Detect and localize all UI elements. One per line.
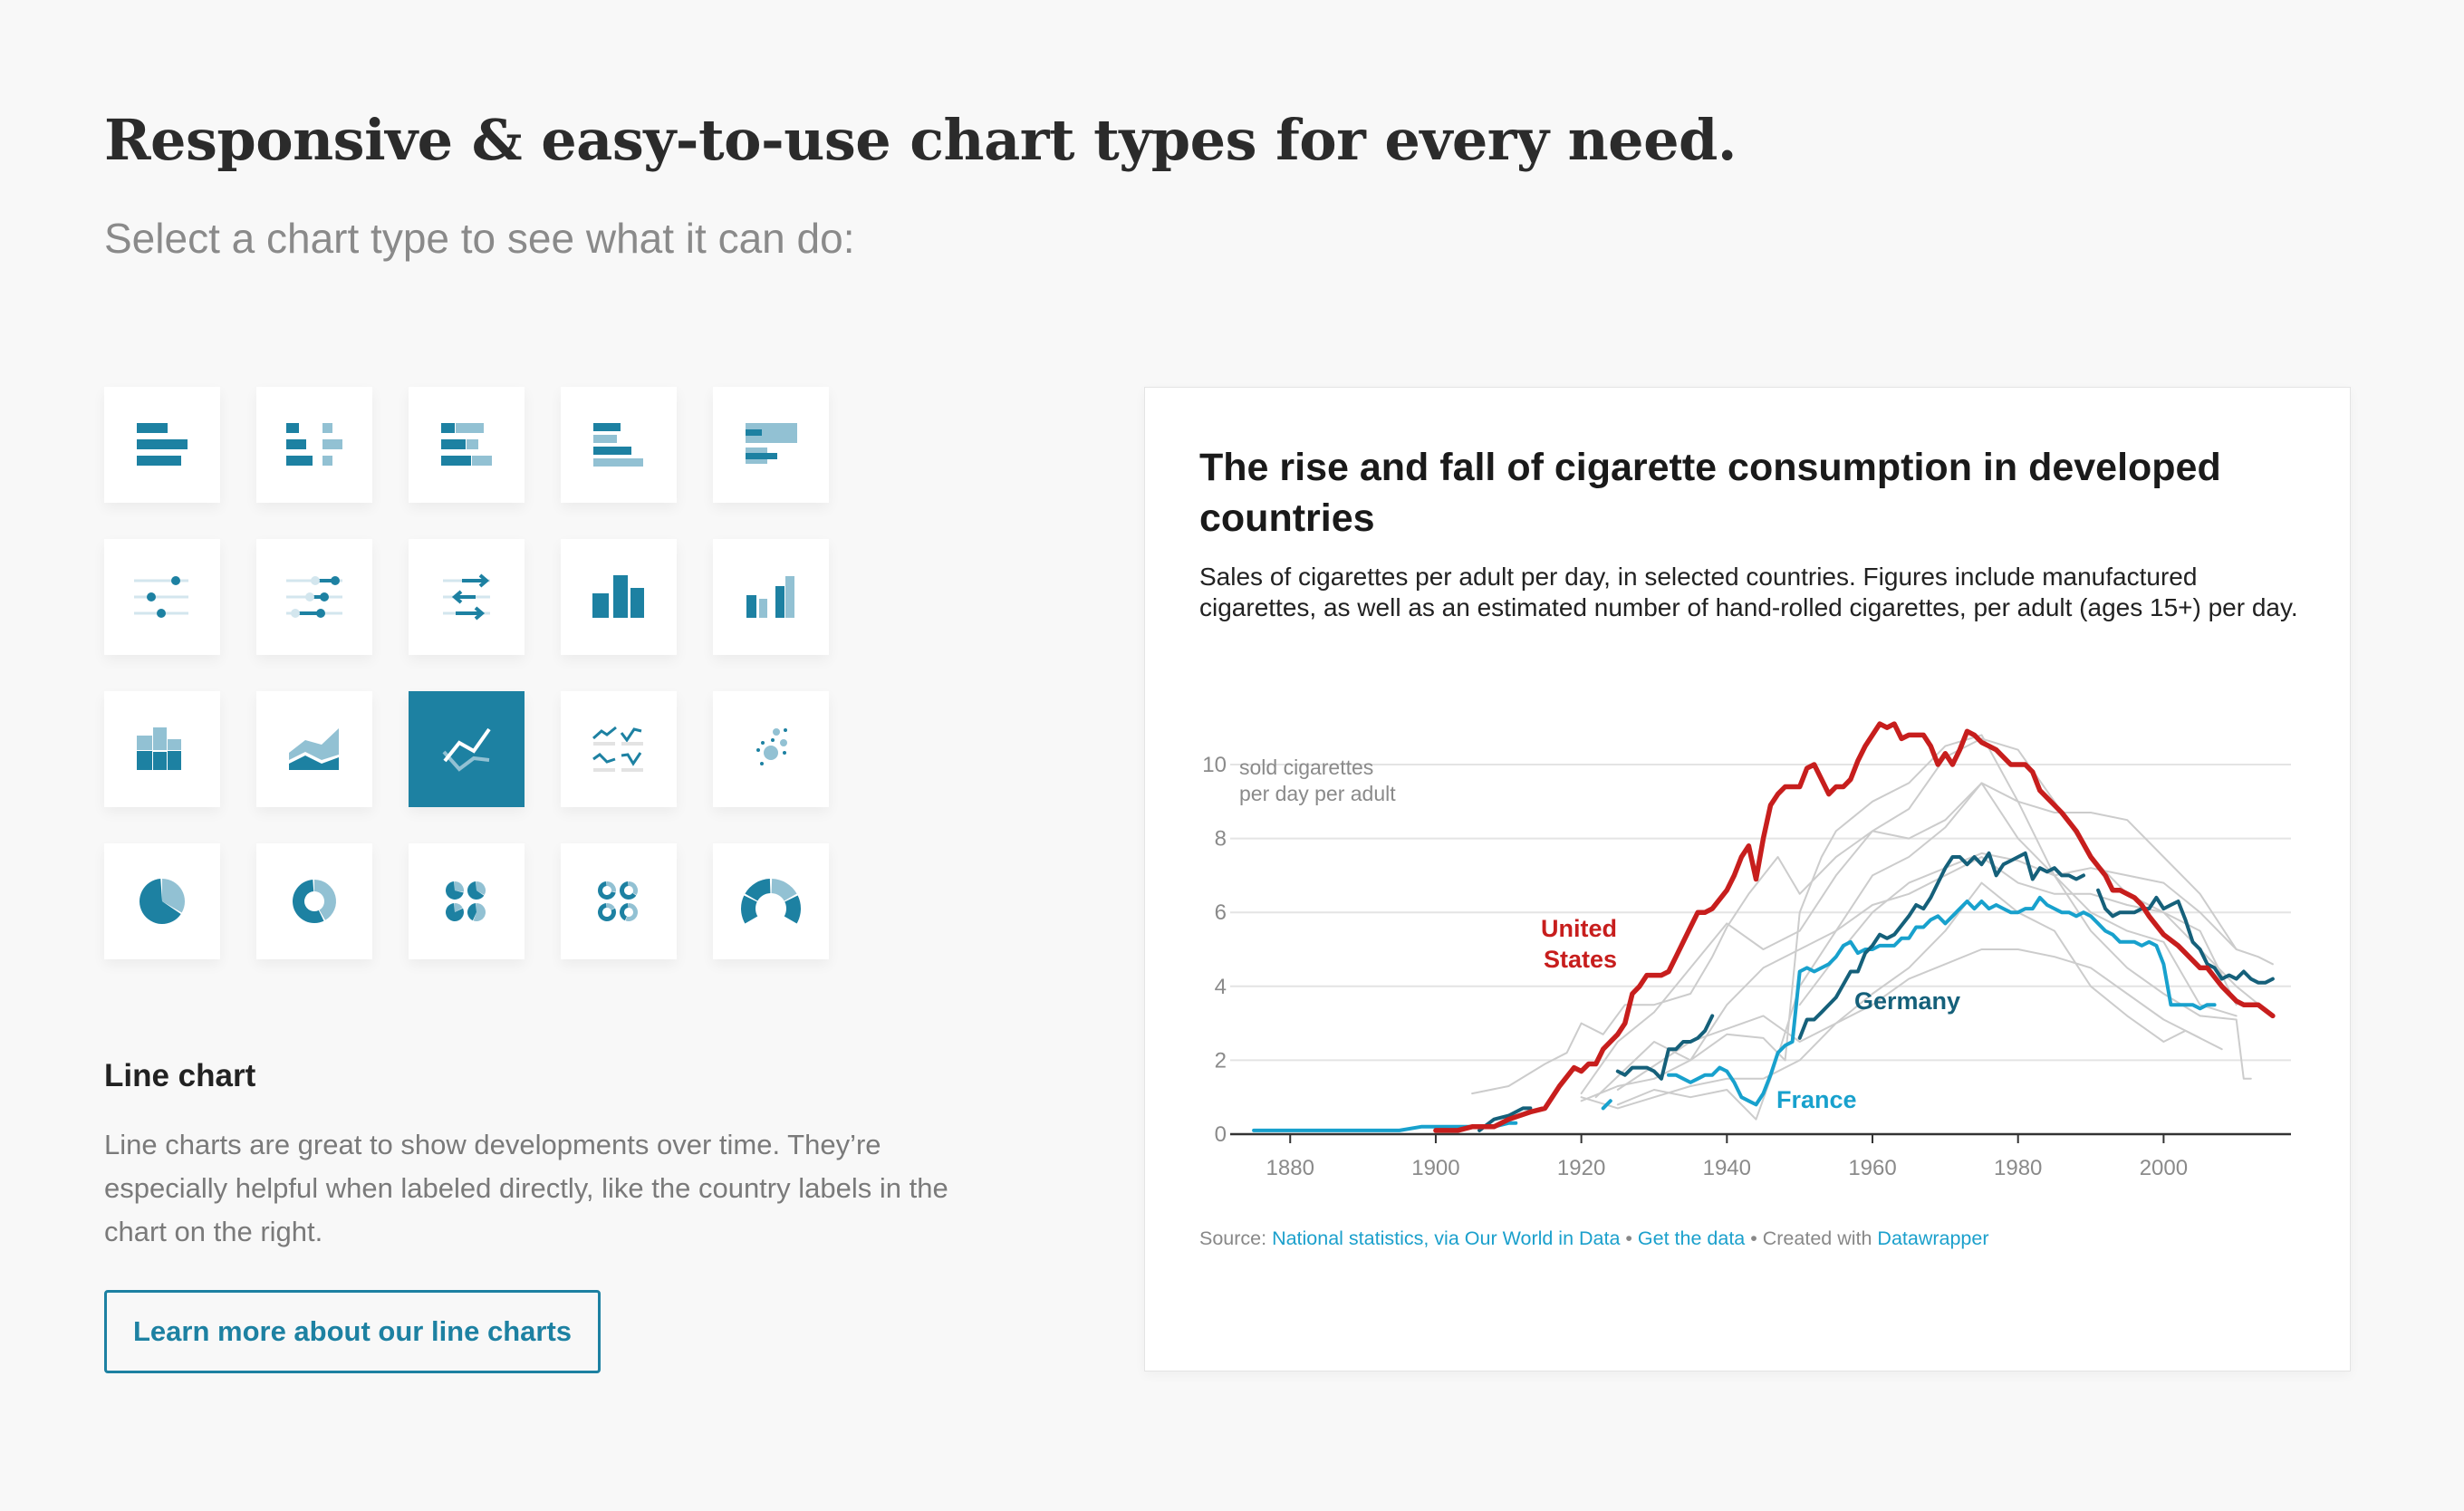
chart-type-tile-range-plot[interactable] (256, 539, 372, 655)
pie-chart-icon (140, 879, 185, 924)
chart-type-tile-stacked-bars[interactable] (409, 387, 525, 503)
chart-type-tile-pie-chart[interactable] (104, 843, 220, 959)
y-tick-label: 0 (1215, 1122, 1227, 1147)
chart-type-tile-election-donut[interactable] (713, 843, 829, 959)
source-link[interactable]: National statistics, via Our World in Da… (1272, 1227, 1620, 1249)
chart-type-tile-bar-chart[interactable] (104, 387, 220, 503)
chart-description: Sales of cigarettes per adult per day, i… (1199, 563, 2298, 621)
chart-type-tile-multiple-pies[interactable] (409, 843, 525, 959)
grouped-bars-icon (593, 423, 643, 467)
range-plot-icon (286, 576, 342, 618)
label-france: France (1776, 1086, 1857, 1113)
chart-type-tile-column-chart[interactable] (561, 539, 677, 655)
selected-type-description: Line charts are great to show developmen… (104, 1129, 948, 1247)
learn-more-button[interactable]: Learn more about our line charts (104, 1290, 601, 1373)
chart-type-tile-split-bars[interactable] (256, 387, 372, 503)
label-united-states: States (1544, 946, 1617, 973)
label-united-states: United (1541, 915, 1617, 942)
x-tick-label: 1880 (1266, 1156, 1314, 1180)
source-prefix: Source: (1199, 1227, 1273, 1249)
y-tick-label: 10 (1202, 753, 1227, 777)
chart-source: Source: National statistics, via Our Wor… (1199, 1227, 1989, 1250)
x-tick-label: 2000 (2140, 1156, 2188, 1180)
series-line-other (1616, 782, 2252, 1121)
chart-type-tile-donut-chart[interactable] (256, 843, 372, 959)
grouped-columns-icon (746, 576, 794, 618)
chart-type-tile-scatter-plot[interactable] (713, 691, 829, 807)
chart-type-tile-multiple-lines[interactable] (561, 691, 677, 807)
multiple-donuts-icon (598, 881, 638, 921)
scatter-plot-icon (756, 728, 787, 765)
created-with: • Created with (1745, 1227, 1878, 1249)
page-subheading: Select a chart type to see what it can d… (104, 215, 855, 262)
chart-type-tile-area-chart[interactable] (256, 691, 372, 807)
get-data-link[interactable]: Get the data (1638, 1227, 1745, 1249)
y-axis-label: sold cigarettes (1239, 756, 1373, 779)
series-line-other (1798, 852, 2238, 1006)
datawrapper-link[interactable]: Datawrapper (1877, 1227, 1988, 1249)
multiple-lines-icon (592, 726, 643, 772)
election-donut-icon (741, 879, 801, 924)
bar-chart-icon (137, 423, 188, 466)
area-chart-icon (289, 728, 339, 770)
chart-type-tile-multiple-donuts[interactable] (561, 843, 677, 959)
column-chart-icon (592, 575, 644, 618)
stacked-bars-icon (441, 423, 492, 466)
chart-type-tile-grouped-columns[interactable] (713, 539, 829, 655)
y-axis-label: per day per adult (1239, 782, 1396, 805)
bullet-bars-icon (746, 423, 797, 464)
chart-type-tile-bullet-bars[interactable] (713, 387, 829, 503)
x-tick-label: 1920 (1557, 1156, 1605, 1180)
split-bars-icon (286, 423, 342, 466)
line-chart-icon (442, 727, 491, 772)
chart-type-tile-line-chart[interactable] (409, 691, 525, 807)
donut-chart-icon (293, 880, 336, 923)
multiple-pies-icon (446, 881, 486, 921)
x-tick-label: 1900 (1411, 1156, 1459, 1180)
y-tick-label: 8 (1215, 827, 1227, 852)
y-tick-label: 4 (1215, 975, 1227, 999)
x-tick-label: 1940 (1703, 1156, 1751, 1180)
arrow-plot-icon (443, 573, 490, 621)
chart-type-tile-dot-plot[interactable] (104, 539, 220, 655)
label-germany: Germany (1854, 987, 1960, 1015)
x-tick-label: 1980 (1994, 1156, 2042, 1180)
chart-type-tile-grouped-bars[interactable] (561, 387, 677, 503)
x-tick-label: 1960 (1848, 1156, 1896, 1180)
source-separator: • (1620, 1227, 1638, 1249)
selected-type-title: Line chart (104, 1058, 256, 1093)
chart-title: The rise and fall of cigarette consumpti… (1199, 446, 2221, 540)
page-headline: Responsive & easy-to-use chart types for… (104, 107, 1737, 173)
chart-preview-card: 0 2 4 6 8 10 sold cigarettes per day per adult 1… (1144, 387, 2351, 1371)
y-tick-label: 2 (1215, 1048, 1227, 1073)
y-tick-label: 6 (1215, 900, 1227, 925)
series-line-other (1580, 948, 2201, 1110)
stacked-columns-icon (137, 727, 181, 770)
chart-type-tile-arrow-plot[interactable] (409, 539, 525, 655)
chart-type-tile-stacked-columns[interactable] (104, 691, 220, 807)
dot-plot-icon (134, 576, 188, 618)
